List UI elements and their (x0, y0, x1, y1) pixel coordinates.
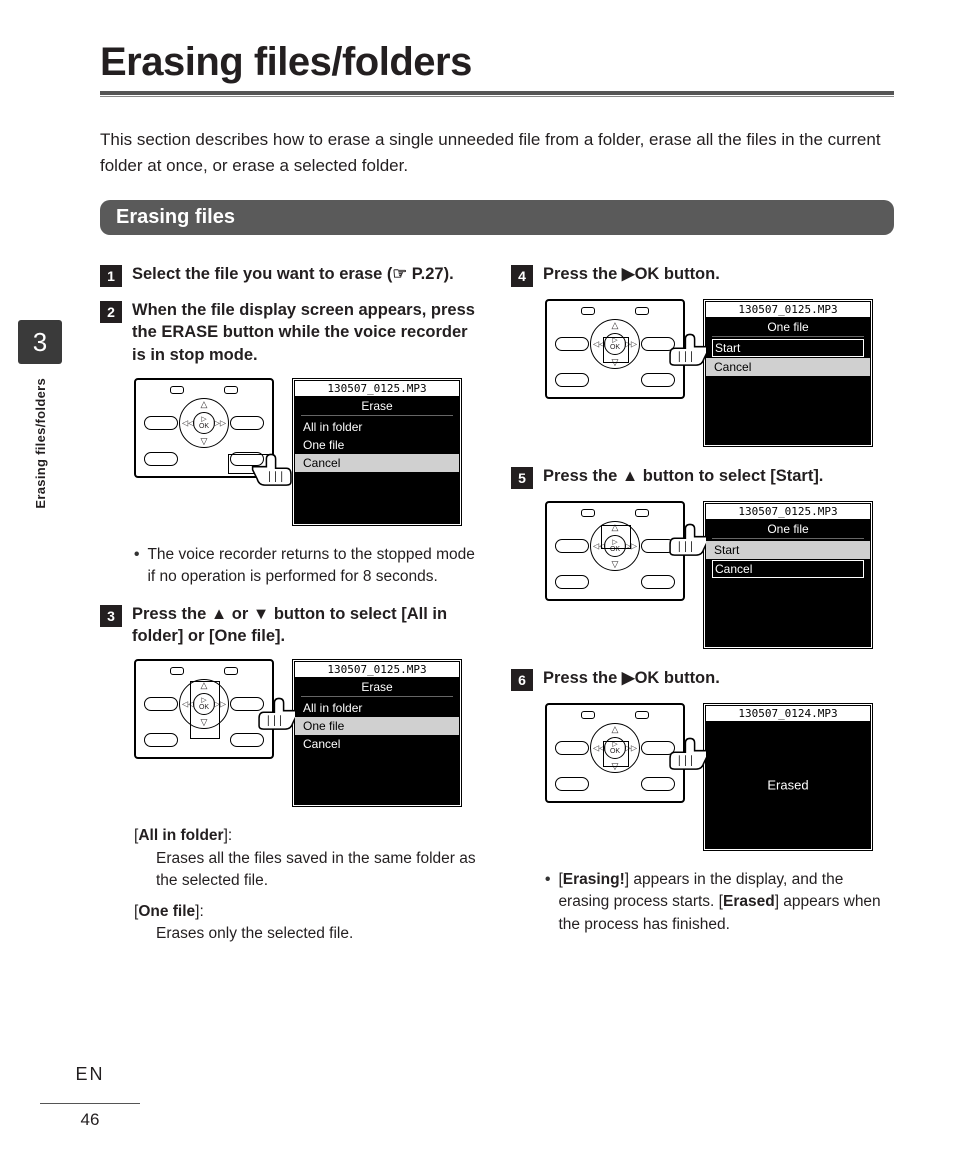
step-number: 1 (100, 265, 122, 287)
screen-filename: 130507_0125.MP3 (295, 662, 459, 678)
step-number: 4 (511, 265, 533, 287)
column-right: 4 Press the ▶OK button. △▽ ◁◁▷▷ ▷OK (511, 263, 894, 952)
step-2-note: •The voice recorder returns to the stopp… (134, 544, 483, 589)
step-text: Select the file you want to erase (☞ P.2… (132, 263, 454, 287)
screen-filename: 130507_0124.MP3 (706, 706, 870, 722)
step-number: 3 (100, 605, 122, 627)
up-arrow-icon: ▲ (622, 467, 638, 485)
page-footer: EN 46 (40, 1064, 140, 1130)
play-icon: ▶ (622, 265, 635, 283)
ok-button-icon: ▷OK (193, 412, 215, 434)
step-text: Press the ▲ button to select [Start]. (543, 465, 823, 489)
step-text: Press the ▶OK button. (543, 263, 720, 287)
step-text: Press the ▶OK button. (543, 667, 720, 691)
step-3-figures: △▽ ◁◁▷▷ ▷OK 130507_0125.MP3 (134, 659, 483, 807)
play-icon: ▶ (622, 669, 635, 687)
step-number: 6 (511, 669, 533, 691)
up-arrow-icon: ▲ (211, 605, 227, 623)
title-rule-thick (100, 91, 894, 95)
section-header: Erasing files (100, 200, 894, 235)
footer-rule (40, 1103, 140, 1104)
step-1: 1 Select the file you want to erase (☞ P… (100, 263, 483, 287)
definition-one-file: [One file]: Erases only the selected fil… (134, 901, 483, 946)
step-4-figures: △▽ ◁◁▷▷ ▷OK 130507_0125.MP3 (545, 299, 894, 447)
screen-erased: 130507_0124.MP3 Erased (703, 703, 873, 851)
column-left: 1 Select the file you want to erase (☞ P… (100, 263, 483, 952)
step-5-figures: △▽ ◁◁▷▷ ▷OK 130507_0125.MP3 (545, 501, 894, 649)
screen-erase-select: 130507_0125.MP3 Erase All in folder One … (292, 659, 462, 807)
step-number: 2 (100, 301, 122, 323)
chapter-label: Erasing files/folders (33, 378, 48, 509)
screen-filename: 130507_0125.MP3 (706, 504, 870, 520)
hand-pointer-icon (248, 451, 294, 492)
step-2-figures: △▽ ◁◁▷▷ ▷OK 130507_0125.MP3 (134, 378, 483, 526)
screen-onefile-cancel: 130507_0125.MP3 One file Start Cancel (703, 299, 873, 447)
device-diagram: △▽ ◁◁▷▷ ▷OK (545, 299, 685, 399)
step-text: When the file display screen appears, pr… (132, 299, 483, 366)
step-4: 4 Press the ▶OK button. (511, 263, 894, 287)
screen-filename: 130507_0125.MP3 (706, 302, 870, 318)
intro-paragraph: This section describes how to erase a si… (100, 127, 894, 178)
step-2: 2 When the file display screen appears, … (100, 299, 483, 366)
side-chapter-tab: 3 Erasing files/folders (18, 320, 62, 509)
down-arrow-icon: ▼ (253, 605, 269, 623)
device-diagram: △▽ ◁◁▷▷ ▷OK (134, 378, 274, 478)
screen-filename: 130507_0125.MP3 (295, 381, 459, 397)
language-label: EN (40, 1064, 140, 1085)
title-rule-thin (100, 96, 894, 97)
step-text: Press the ▲ or ▼ button to select [All i… (132, 603, 483, 648)
chapter-number: 3 (18, 320, 62, 364)
device-diagram: △▽ ◁◁▷▷ ▷OK (134, 659, 274, 759)
step-number: 5 (511, 467, 533, 489)
step-6: 6 Press the ▶OK button. (511, 667, 894, 691)
screen-onefile-start: 130507_0125.MP3 One file Start Cancel (703, 501, 873, 649)
step-6-note: • [Erasing!] appears in the display, and… (545, 869, 894, 936)
screen-erase-menu: 130507_0125.MP3 Erase All in folder One … (292, 378, 462, 526)
step-3: 3 Press the ▲ or ▼ button to select [All… (100, 603, 483, 648)
device-diagram: △▽ ◁◁▷▷ ▷OK (545, 501, 685, 601)
content-columns: 1 Select the file you want to erase (☞ P… (100, 263, 894, 952)
definition-all-in-folder: [All in folder]: Erases all the files sa… (134, 825, 483, 892)
page-title: Erasing files/folders (100, 40, 894, 85)
page-number: 46 (40, 1110, 140, 1130)
step-5: 5 Press the ▲ button to select [Start]. (511, 465, 894, 489)
step-6-figures: △▽ ◁◁▷▷ ▷OK 130507_0124.MP3 (545, 703, 894, 851)
device-diagram: △▽ ◁◁▷▷ ▷OK (545, 703, 685, 803)
